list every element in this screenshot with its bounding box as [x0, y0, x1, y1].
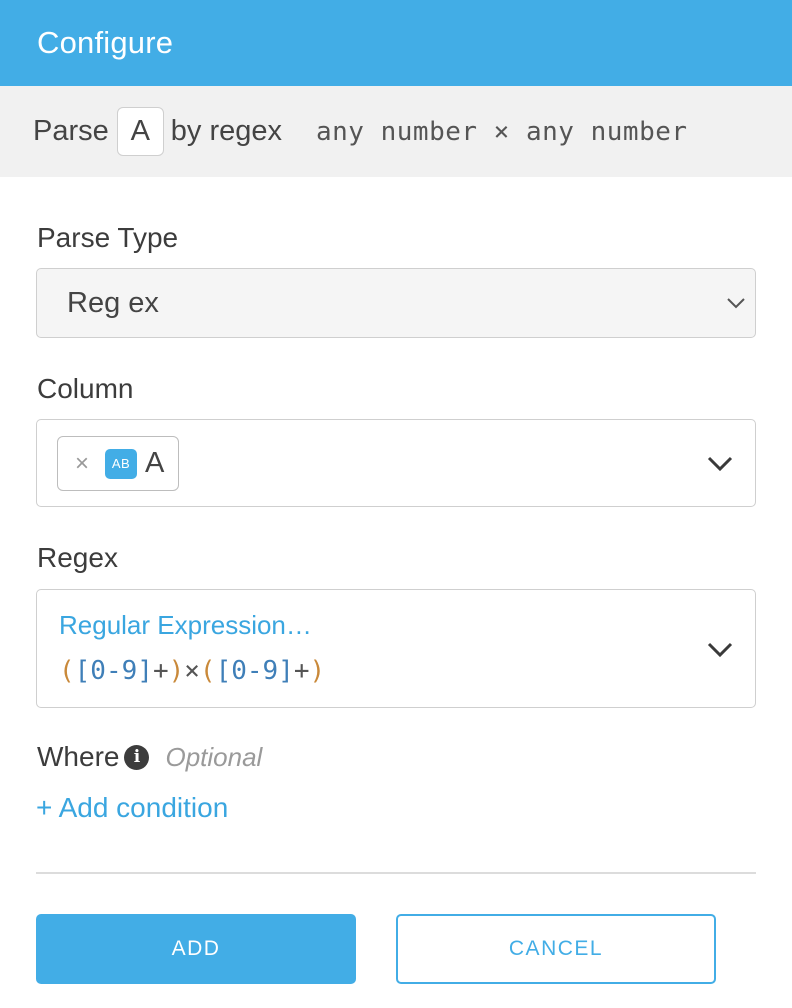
regex-placeholder: Regular Expression… [59, 610, 312, 640]
parse-type-label: Parse Type [37, 222, 179, 253]
regex-expression: ([0-9]+)×([0-9]+) [59, 656, 325, 686]
where-label: Where [37, 741, 120, 772]
regex-token: ( [59, 656, 75, 686]
header-bar: Configure [0, 0, 792, 86]
column-label: Column [37, 373, 134, 404]
optional-hint: Optional [165, 741, 263, 772]
header-title: Configure [37, 25, 174, 60]
chevron-down-icon[interactable] [705, 636, 735, 664]
column-tag-name: A [145, 447, 165, 479]
summary-prefix: Parse [33, 115, 109, 147]
chevron-down-icon[interactable] [705, 450, 735, 478]
summary-bar: Parse A by regex any number × any number [0, 86, 792, 177]
regex-label: Regex [37, 542, 118, 573]
parse-type-value: Reg ex [67, 286, 159, 319]
add-condition-link[interactable]: + Add condition [36, 792, 228, 824]
where-row: Where i Optional [37, 741, 262, 773]
summary-middle: by regex [170, 115, 282, 147]
summary-column-chip: A [116, 107, 164, 156]
remove-tag-icon[interactable]: × [73, 450, 91, 478]
column-select[interactable]: × AB A [36, 419, 756, 507]
summary-pattern: any number × any number [316, 116, 688, 147]
regex-token: ) [309, 656, 326, 686]
regex-token: [0-9] [215, 656, 294, 686]
info-icon[interactable]: i [124, 744, 150, 770]
cancel-button[interactable]: CANCEL [396, 914, 716, 984]
parse-type-select[interactable]: Reg ex [36, 268, 756, 338]
add-button[interactable]: ADD [36, 914, 356, 984]
regex-token: [0-9] [74, 656, 153, 686]
regex-input[interactable]: Regular Expression… ([0-9]+)×([0-9]+) [36, 589, 756, 708]
divider [36, 872, 756, 874]
regex-token: + [152, 656, 169, 686]
regex-token: + [293, 656, 310, 686]
regex-token: × [184, 656, 200, 686]
regex-token: ) [168, 656, 185, 686]
column-tag: × AB A [57, 436, 179, 491]
text-type-icon: AB [105, 448, 137, 479]
chevron-down-icon [727, 298, 745, 309]
regex-token: ( [199, 656, 216, 686]
